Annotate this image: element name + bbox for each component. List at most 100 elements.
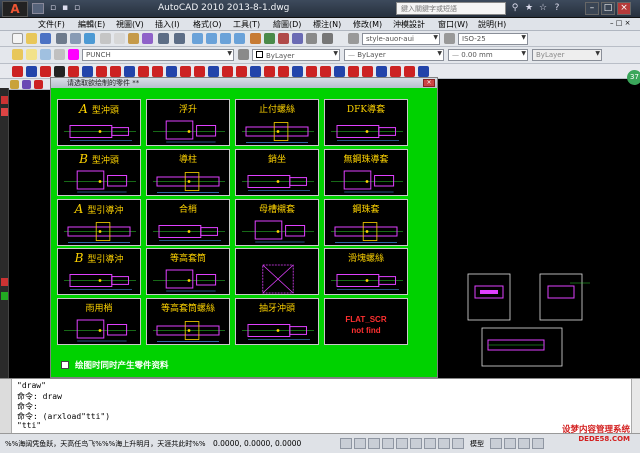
text-style-icon[interactable] xyxy=(348,33,359,44)
preview-icon[interactable] xyxy=(70,33,81,44)
print-icon[interactable] xyxy=(56,33,67,44)
layout-toggle[interactable] xyxy=(490,438,502,449)
ducs-toggle[interactable] xyxy=(424,438,436,449)
part-cell[interactable]: B 型引導沖 xyxy=(57,248,141,295)
navigation-badge[interactable]: 37 xyxy=(627,70,640,85)
pan-icon[interactable] xyxy=(192,33,203,44)
custom-tool-23-icon[interactable] xyxy=(320,66,331,77)
custom-tool-21-icon[interactable] xyxy=(292,66,303,77)
lineweight-dropdown[interactable]: — 0.00 mm ▼ xyxy=(448,49,528,61)
part-cell[interactable]: 導柱 xyxy=(146,149,230,196)
menu-die-design[interactable]: 沖模設計 xyxy=(393,19,425,30)
left-tool-1-icon[interactable] xyxy=(1,96,8,104)
part-cell[interactable]: 止付螺絲 xyxy=(235,99,319,146)
menu-view[interactable]: 視圖(V) xyxy=(116,19,144,30)
custom-tool-25-icon[interactable] xyxy=(348,66,359,77)
design-center-icon[interactable] xyxy=(264,33,275,44)
menu-edit[interactable]: 編輯(E) xyxy=(78,19,105,30)
custom-tool-13-icon[interactable] xyxy=(180,66,191,77)
bring-front-icon[interactable] xyxy=(22,80,31,89)
zoom-status-toggle[interactable] xyxy=(532,438,544,449)
dim-style-icon[interactable] xyxy=(444,33,455,44)
otrack-toggle[interactable] xyxy=(410,438,422,449)
part-cell[interactable]: 抽牙沖頭 xyxy=(235,298,319,345)
part-cell[interactable]: 母槽襯套 xyxy=(235,199,319,246)
left-tool-2-icon[interactable] xyxy=(1,108,8,116)
custom-tool-20-icon[interactable] xyxy=(278,66,289,77)
grid-toggle[interactable] xyxy=(354,438,366,449)
menu-file[interactable]: 文件(F) xyxy=(38,19,65,30)
custom-tool-5-icon[interactable] xyxy=(68,66,79,77)
menu-insert[interactable]: 插入(I) xyxy=(155,19,180,30)
dyn-toggle[interactable] xyxy=(438,438,450,449)
maximize-button[interactable]: □ xyxy=(601,2,615,15)
zoom-window-icon[interactable] xyxy=(220,33,231,44)
layer-color-icon[interactable] xyxy=(68,49,79,60)
linetype-dropdown[interactable]: — ByLayer ▼ xyxy=(344,49,444,61)
custom-tool-8-icon[interactable] xyxy=(110,66,121,77)
menu-dimension[interactable]: 標注(N) xyxy=(313,19,341,30)
menu-draw[interactable]: 繪圖(D) xyxy=(273,19,301,30)
custom-tool-11-icon[interactable] xyxy=(152,66,163,77)
custom-tool-10-icon[interactable] xyxy=(138,66,149,77)
favorites-icon[interactable]: ☆ xyxy=(538,3,548,14)
make-current-icon[interactable] xyxy=(238,49,249,60)
help-icon[interactable]: ? xyxy=(552,3,562,14)
layer-manager-icon[interactable] xyxy=(12,49,23,60)
minimize-button[interactable]: – xyxy=(585,2,599,15)
cut-icon[interactable] xyxy=(100,33,111,44)
custom-tool-27-icon[interactable] xyxy=(376,66,387,77)
custom-tool-9-icon[interactable] xyxy=(124,66,135,77)
dialog-close-button[interactable]: × xyxy=(423,79,435,87)
layer-dropdown[interactable]: PUNCH ▼ xyxy=(82,49,234,61)
generate-part-data-checkbox[interactable] xyxy=(61,361,69,369)
custom-tool-7-icon[interactable] xyxy=(96,66,107,77)
custom-tool-29-icon[interactable] xyxy=(404,66,415,77)
custom-tool-26-icon[interactable] xyxy=(362,66,373,77)
copy-icon[interactable] xyxy=(114,33,125,44)
custom-tool-17-icon[interactable] xyxy=(236,66,247,77)
paste-icon[interactable] xyxy=(128,33,139,44)
custom-tool-22-icon[interactable] xyxy=(306,66,317,77)
zoom-realtime-icon[interactable] xyxy=(206,33,217,44)
menu-format[interactable]: 格式(O) xyxy=(193,19,222,30)
part-cell[interactable]: 鋼珠套 xyxy=(324,199,408,246)
plot-style-dropdown[interactable]: ByLayer ▼ xyxy=(532,49,602,61)
part-cell[interactable]: B 型沖頭 xyxy=(57,149,141,196)
open-icon[interactable]: ▪ xyxy=(60,3,70,14)
drawing-area[interactable] xyxy=(440,88,640,378)
close-button[interactable]: × xyxy=(617,2,631,15)
draw-order-icon[interactable] xyxy=(10,80,19,89)
custom-tool-6-icon[interactable] xyxy=(82,66,93,77)
save-file-icon[interactable] xyxy=(40,33,51,44)
part-cell[interactable]: FLAT_SCR not find xyxy=(324,298,408,345)
part-cell[interactable]: 雨用梢 xyxy=(57,298,141,345)
new-icon[interactable]: ▫ xyxy=(48,3,58,14)
menu-help[interactable]: 說明(H) xyxy=(478,19,506,30)
send-back-icon[interactable] xyxy=(34,80,43,89)
menu-tools[interactable]: 工具(T) xyxy=(233,19,260,30)
command-input-line[interactable]: "tti" xyxy=(17,421,41,430)
pan-status-toggle[interactable] xyxy=(518,438,530,449)
layer-lock-icon[interactable] xyxy=(54,49,65,60)
part-cell[interactable]: 浮升 xyxy=(146,99,230,146)
command-scrollbar[interactable] xyxy=(631,379,640,434)
custom-tool-28-icon[interactable] xyxy=(390,66,401,77)
part-cell[interactable]: 無鋼珠導套 xyxy=(324,149,408,196)
custom-tool-14-icon[interactable] xyxy=(194,66,205,77)
part-cell[interactable]: A 型沖頭 xyxy=(57,99,141,146)
new-file-icon[interactable] xyxy=(12,33,23,44)
menu-window[interactable]: 窗口(W) xyxy=(438,19,468,30)
properties-icon[interactable] xyxy=(250,33,261,44)
part-cell[interactable]: DFK導套 xyxy=(324,99,408,146)
polar-toggle[interactable] xyxy=(382,438,394,449)
custom-tool-2-icon[interactable] xyxy=(26,66,37,77)
custom-tool-30-icon[interactable] xyxy=(418,66,429,77)
color-dropdown[interactable]: ByLayer ▼ xyxy=(252,49,340,61)
ortho-toggle[interactable] xyxy=(368,438,380,449)
custom-tool-24-icon[interactable] xyxy=(334,66,345,77)
search-icon[interactable]: ⚲ xyxy=(510,3,520,14)
sheet-set-icon[interactable] xyxy=(292,33,303,44)
custom-tool-12-icon[interactable] xyxy=(166,66,177,77)
part-cell[interactable]: 等高套筒 xyxy=(146,248,230,295)
